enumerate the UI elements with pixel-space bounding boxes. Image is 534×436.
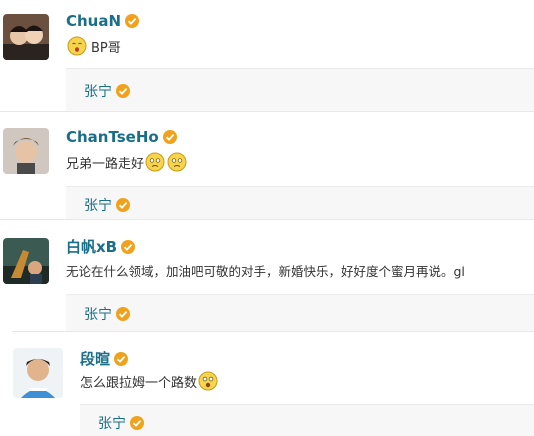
username-text[interactable]: 白帆xB [66,236,117,257]
username[interactable]: ChanTseHo [66,128,177,146]
verified-badge-icon [116,198,130,212]
username-text[interactable]: ChuaN [66,12,121,30]
username-text[interactable]: ChanTseHo [66,128,159,146]
post-3: 白帆xB 无论在什么领域，加油吧可敬的对手，新婚快乐，好好度个蜜月再说。gl 张… [0,220,534,331]
verified-badge-icon [125,14,140,28]
username[interactable]: 白帆xB [66,236,136,257]
verified-badge-icon [114,351,129,366]
post-text-content: 兄弟一路走好 [66,156,145,172]
post-text-content: BP哥 [91,40,121,56]
sad-face-emoji-icon [167,152,187,172]
repost-username[interactable]: 张宁 [84,81,130,101]
repost-username-text[interactable]: 张宁 [84,81,112,101]
post-text: 兄弟一路走好 [66,152,188,172]
verified-badge-icon [121,239,136,254]
post-2: ChanTseHo 兄弟一路走好 张宁 [0,112,534,219]
repost-box: 张宁 [66,68,534,111]
avatar[interactable] [3,128,49,174]
verified-badge-icon [162,130,177,144]
repost-username[interactable]: 张宁 [98,413,144,433]
verified-badge-icon [116,307,130,321]
avatar[interactable] [3,238,49,284]
repost-username[interactable]: 张宁 [84,195,130,215]
smile-kiss-emoji-icon [67,36,87,56]
post-text-content: 怎么跟拉姆一个路数 [80,375,198,391]
sad-face-emoji-icon [145,152,165,172]
post-text-content: 无论在什么领域，加油吧可敬的对手，新婚快乐，好好度个蜜月再说。gl [66,264,465,279]
repost-box: 张宁 [66,186,534,219]
repost-username[interactable]: 张宁 [84,304,130,324]
username-text[interactable]: 段暄 [80,348,110,369]
verified-badge-icon [130,416,144,430]
verified-badge-icon [116,84,130,98]
repost-box: 张宁 [80,404,534,436]
surprised-face-emoji-icon [198,371,218,391]
avatar[interactable] [13,348,63,398]
post-4: 段暄 怎么跟拉姆一个路数 张宁 [0,332,534,436]
post-text: 怎么跟拉姆一个路数 [80,371,219,391]
repost-username-text[interactable]: 张宁 [84,195,112,215]
username[interactable]: ChuaN [66,12,140,30]
username[interactable]: 段暄 [80,348,129,369]
repost-username-text[interactable]: 张宁 [84,304,112,324]
post-1: ChuaN BP哥 张宁 [0,0,534,111]
repost-box: 张宁 [66,294,534,331]
repost-username-text[interactable]: 张宁 [98,413,126,433]
post-text: 无论在什么领域，加油吧可敬的对手，新婚快乐，好好度个蜜月再说。gl [66,261,465,280]
post-text: BP哥 [66,36,121,56]
avatar[interactable] [3,14,49,60]
